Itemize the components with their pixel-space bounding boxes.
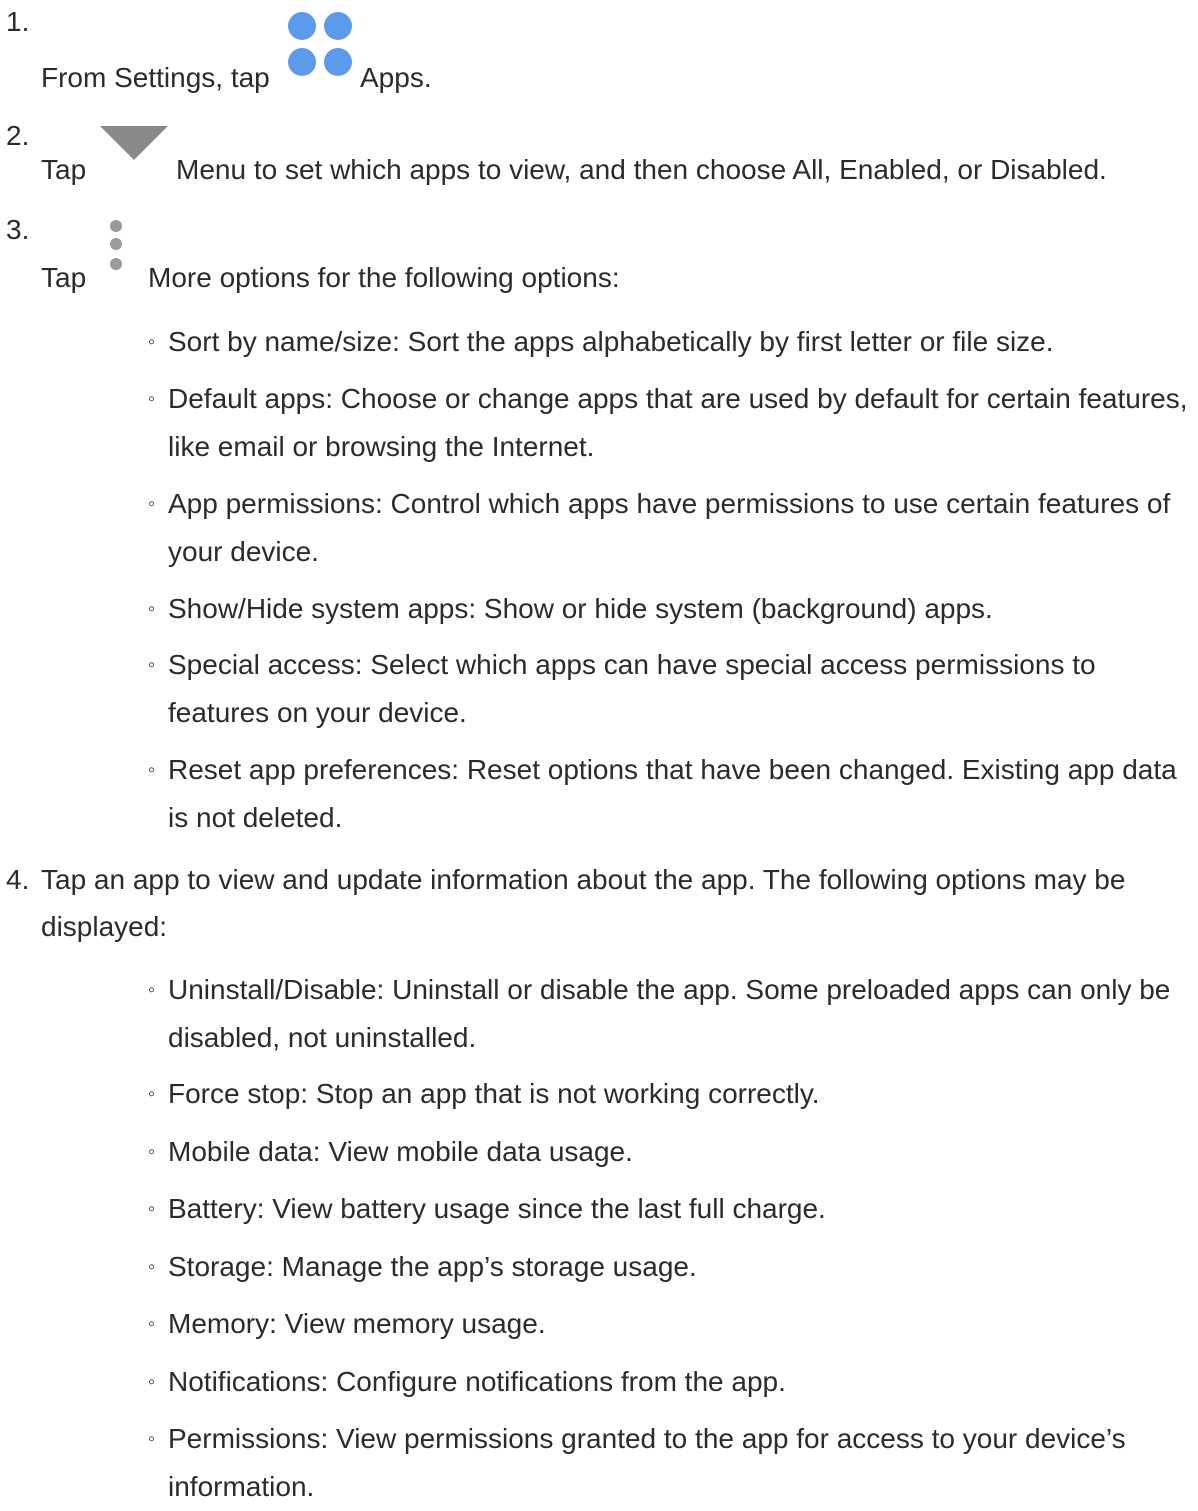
step-3-text-before: Tap	[41, 262, 87, 293]
step-4-list-item: ◦ Permissions: View permissions granted t…	[148, 1423, 1126, 1502]
step-3-list-item: ◦ Show/Hide system apps: Show or hide sys…	[148, 593, 993, 624]
step-2-number: 2.	[6, 120, 30, 151]
step-4-list-item: ◦ Storage: Manage the app’s storage usage…	[148, 1251, 697, 1282]
step-1-number: 1.	[6, 6, 30, 37]
step-4-list-item: ◦ Uninstall/Disable: Uninstall or disable…	[148, 974, 1171, 1053]
more-options-icon	[108, 220, 124, 276]
step-4-list-item: ◦ Memory: View memory usage.	[148, 1308, 546, 1339]
menu-triangle-icon	[100, 126, 168, 160]
step-4-text-line1: Tap an app to view and update informatio…	[41, 864, 1126, 895]
step-3-list-item: ◦ Default apps: Choose or change apps tha…	[148, 383, 1188, 462]
step-3-list-item: ◦ Reset app preferences: Reset options th…	[148, 754, 1177, 833]
step-3-list-item: ◦ Sort by name/size: Sort the apps alphab…	[148, 326, 1054, 357]
step-2-text-after: Menu to set which apps to view, and then…	[176, 154, 1107, 185]
step-3-number: 3.	[6, 214, 30, 245]
step-4-list-item: ◦ Mobile data: View mobile data usage.	[148, 1136, 633, 1167]
step-3-text-after: More options for the following options:	[148, 262, 620, 293]
step-3-list-item: ◦ Special access: Select which apps can h…	[148, 649, 1096, 728]
step-4-text-line2: displayed:	[41, 911, 168, 942]
apps-icon	[288, 12, 354, 78]
step-4-list-item: ◦ Force stop: Stop an app that is not wor…	[148, 1078, 820, 1109]
step-4-number: 4.	[6, 864, 30, 895]
step-1-text-after: Apps.	[360, 62, 432, 93]
step-4-list-item: ◦ Notifications: Configure notifications …	[148, 1366, 786, 1397]
step-4-list-item: ◦ Battery: View battery usage since the l…	[148, 1193, 826, 1224]
step-3-list-item: ◦ App permissions: Control which apps hav…	[148, 488, 1171, 567]
step-1-text-before: From Settings, tap	[41, 62, 270, 93]
step-2-text-before: Tap	[41, 154, 87, 185]
